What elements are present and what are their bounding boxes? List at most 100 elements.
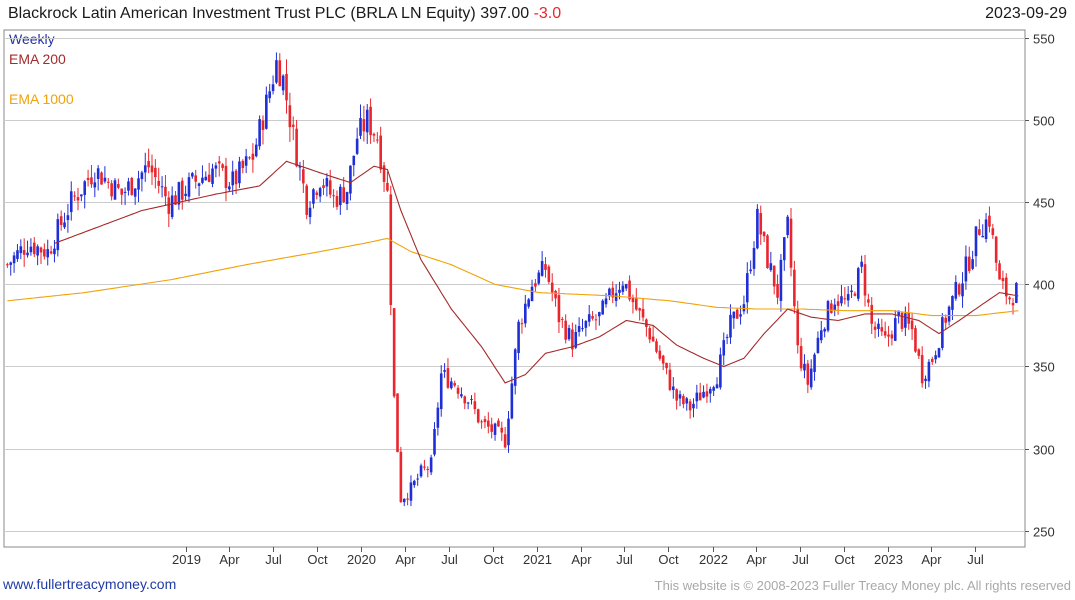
candle-body (100, 172, 103, 185)
x-tick-label: Jul (265, 552, 282, 567)
x-tick-label: 2019 (172, 552, 201, 567)
candle-body (1015, 282, 1018, 303)
candle-body (96, 168, 100, 179)
candle-body (436, 407, 440, 428)
candle-body (167, 197, 171, 214)
candle-body (702, 391, 705, 398)
candle-body (244, 156, 248, 166)
candle-body (241, 160, 245, 168)
candle-body (265, 94, 268, 129)
candle-body (221, 164, 224, 168)
candle-body (675, 389, 678, 401)
x-tick-label: Jul (616, 552, 633, 567)
candle-body (957, 284, 961, 295)
candle-body (507, 418, 510, 446)
candle-body (46, 249, 50, 258)
x-tick-label: Apr (921, 552, 942, 567)
candle-body (238, 161, 241, 184)
candle-body (984, 219, 988, 240)
y-tick-label: 450 (1033, 196, 1055, 211)
candle-body (883, 331, 887, 336)
y-tick-label: 550 (1033, 32, 1055, 47)
candle-body (123, 191, 127, 193)
candle-body (517, 321, 520, 354)
x-tick-label: Jul (441, 552, 458, 567)
candle-body (904, 313, 907, 328)
candle-body (937, 348, 941, 358)
candle-body (154, 167, 157, 178)
footer-url[interactable]: www.fullertreacymoney.com (3, 576, 176, 592)
candle-body (735, 309, 739, 319)
candle-body (951, 295, 954, 310)
y-tick-label: 250 (1033, 525, 1055, 540)
candle-body (456, 387, 460, 394)
candle-body (732, 311, 736, 319)
candle-body (634, 298, 638, 310)
candle-body (201, 177, 204, 183)
candle-body (762, 231, 766, 237)
candle-body (32, 242, 36, 255)
candle-body (466, 402, 470, 404)
candle-body (924, 378, 927, 381)
candle-body (416, 478, 419, 480)
candle-body (618, 289, 621, 293)
candle-body (971, 259, 974, 269)
candle-body (719, 354, 722, 388)
candle-body (187, 177, 191, 197)
x-tick-label: Apr (395, 552, 416, 567)
candle-body (998, 263, 1001, 280)
candle-body (867, 299, 870, 303)
candle-body (359, 118, 362, 136)
candle-body (497, 420, 500, 427)
candle-body (439, 373, 443, 410)
candle-body (355, 138, 359, 154)
candle-body (429, 457, 433, 473)
candle-body (127, 181, 130, 191)
candle-body (974, 226, 978, 257)
candle-body (988, 215, 991, 227)
candle-body (887, 334, 890, 337)
candle-body (803, 363, 806, 371)
candle-body (678, 394, 682, 399)
candle-body (917, 349, 921, 356)
candle-body (157, 180, 161, 186)
candle-body (345, 191, 349, 205)
candle-body (856, 268, 860, 299)
candle-body (893, 318, 897, 341)
x-tick-label: 2022 (699, 552, 728, 567)
candle-body (934, 355, 937, 360)
candle-body (557, 295, 561, 323)
candle-body (332, 195, 335, 197)
candle-body (994, 236, 998, 263)
candle-body (315, 192, 319, 195)
candle-body (981, 235, 985, 238)
candle-body (9, 262, 13, 265)
candle-body (120, 188, 124, 195)
candle-body (130, 177, 134, 195)
candle-body (53, 248, 56, 255)
x-tick-label: Oct (307, 552, 328, 567)
candle-body (890, 334, 894, 339)
candle-body (170, 195, 174, 217)
candle-body (76, 197, 80, 201)
candle-body (655, 341, 658, 352)
candle-body (197, 183, 201, 186)
candle-body (184, 193, 187, 197)
candle-body (682, 396, 685, 405)
candle-body (271, 84, 275, 92)
candle-body (433, 429, 436, 455)
candle-body (598, 312, 601, 317)
candle-body (631, 297, 635, 303)
candle-body (534, 283, 537, 287)
candle-body (594, 319, 598, 321)
y-tick-label: 400 (1033, 278, 1055, 293)
x-tick-label: Oct (834, 552, 855, 567)
candle-body (191, 173, 194, 177)
candle-body (776, 284, 779, 298)
candle-body (823, 328, 826, 332)
candle-body (254, 144, 258, 157)
candle-body (695, 392, 699, 402)
candle-body (665, 362, 668, 369)
candle-body (305, 185, 308, 215)
candle-body (729, 314, 732, 338)
